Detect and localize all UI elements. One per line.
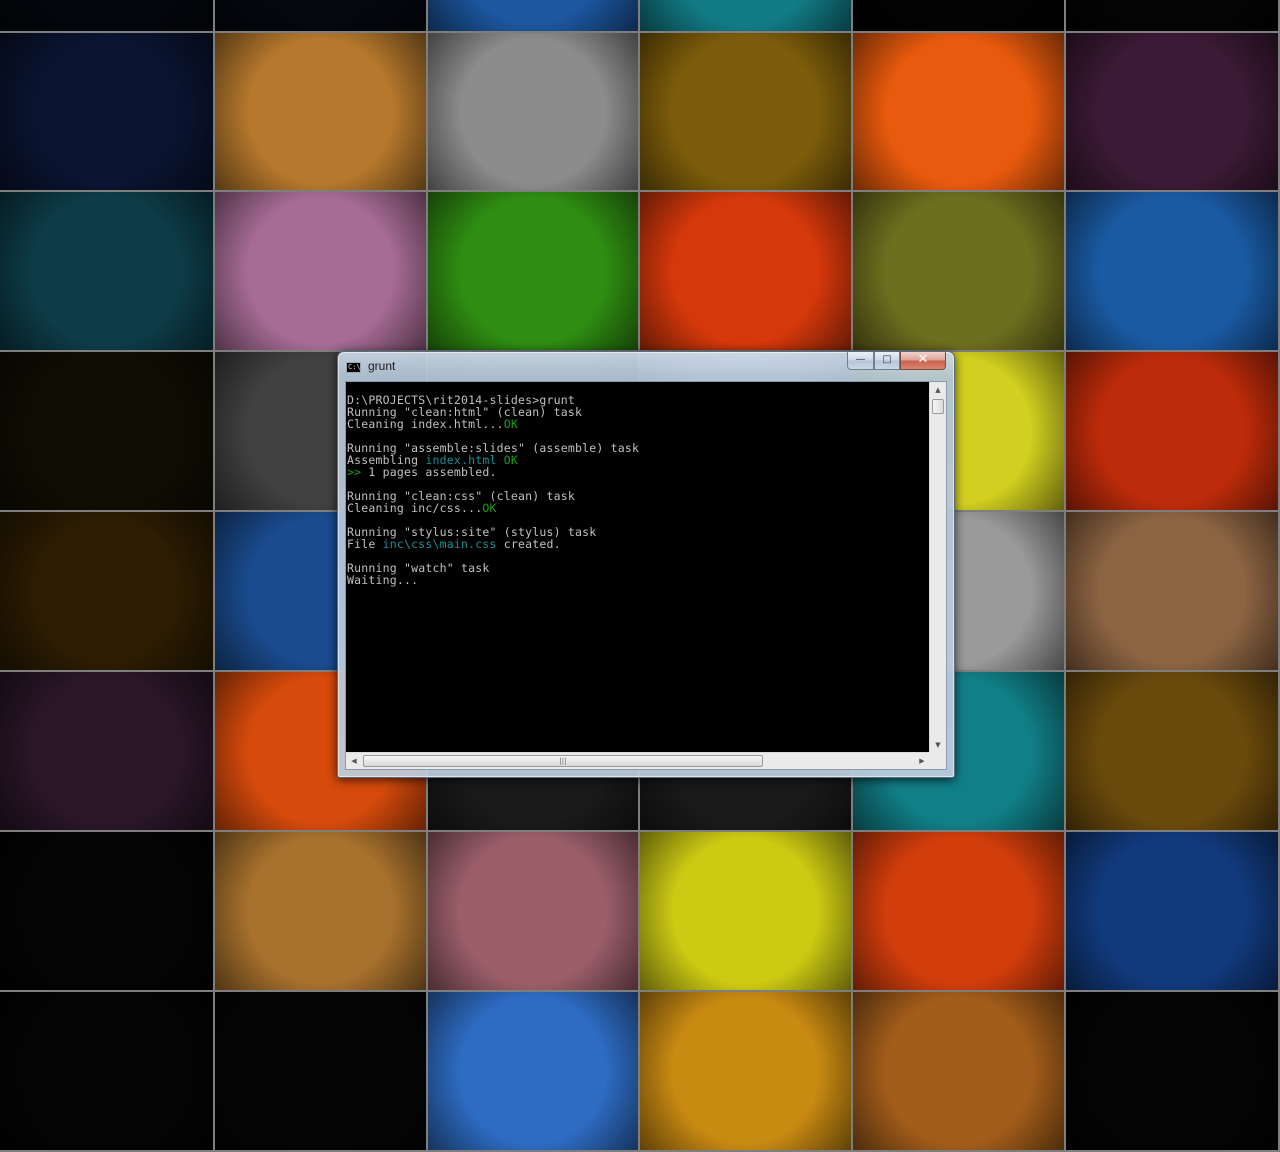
- console-line: >> 1 pages assembled.: [347, 466, 929, 478]
- horizontal-scrollbar[interactable]: ◀ ||| ▶: [346, 752, 930, 769]
- wallpaper-tile: [640, 832, 853, 992]
- wallpaper-tile: [215, 192, 428, 352]
- wallpaper-tile: [853, 992, 1066, 1152]
- console-text-segment: >>: [347, 465, 362, 479]
- wallpaper-tile: [215, 0, 428, 33]
- console-line: Cleaning inc/css...OK: [347, 502, 929, 514]
- console-text-segment: Cleaning inc/css...: [347, 501, 483, 515]
- wallpaper-tile: [0, 192, 215, 352]
- console-text-segment: 1 pages assembled.: [361, 465, 497, 479]
- wallpaper-tile: [428, 33, 640, 192]
- scroll-right-arrow-icon[interactable]: ▶: [914, 753, 930, 769]
- wallpaper-tile: [0, 672, 215, 832]
- console-line: Running "watch" task: [347, 562, 929, 574]
- wallpaper-tile: [1066, 33, 1280, 192]
- maximize-button[interactable]: □: [874, 352, 900, 370]
- wallpaper-tile: [1066, 352, 1280, 512]
- console-text-segment: File: [347, 537, 383, 551]
- wallpaper-tile: [215, 33, 428, 192]
- console-app-icon: C:\: [346, 362, 361, 373]
- wallpaper-tile: [0, 832, 215, 992]
- wallpaper-tile: [1066, 992, 1280, 1152]
- console-text-segment: OK: [482, 501, 497, 515]
- wallpaper-tile: [428, 992, 640, 1152]
- wallpaper-tile: [853, 33, 1066, 192]
- console-text-segment: OK: [496, 453, 518, 467]
- wallpaper-tile: [640, 33, 853, 192]
- console-line: Waiting...: [347, 574, 929, 586]
- horizontal-scroll-thumb[interactable]: |||: [363, 755, 763, 767]
- wallpaper-tile: [1066, 832, 1280, 992]
- console-output-text: D:\PROJECTS\rit2014-slides>grunt Running …: [347, 394, 929, 586]
- window-title: grunt: [368, 359, 396, 373]
- wallpaper-tile: [640, 0, 853, 33]
- console-text-segment: Cleaning index.html...: [347, 417, 504, 431]
- wallpaper-tile: [1066, 0, 1280, 33]
- wallpaper-tile: [1066, 672, 1280, 832]
- wallpaper-tile: [640, 992, 853, 1152]
- resize-grip[interactable]: [929, 752, 946, 769]
- vertical-scroll-thumb[interactable]: [932, 399, 944, 414]
- console-text-segment: created.: [496, 537, 561, 551]
- vertical-scrollbar[interactable]: ▲ ▼: [929, 382, 946, 753]
- close-button[interactable]: ✕: [900, 352, 946, 370]
- wallpaper-tile: [0, 352, 215, 512]
- console-text-segment: inc\css\main.css: [382, 537, 497, 551]
- wallpaper-tile: [853, 192, 1066, 352]
- console-line: File inc\css\main.css created.: [347, 538, 929, 550]
- console-text-segment: OK: [503, 417, 518, 431]
- console-output-area[interactable]: D:\PROJECTS\rit2014-slides>grunt Running …: [345, 381, 947, 770]
- wallpaper-tile: [428, 0, 640, 33]
- wallpaper-tile: [853, 832, 1066, 992]
- wallpaper-tile: [215, 832, 428, 992]
- scroll-up-arrow-icon[interactable]: ▲: [930, 382, 946, 398]
- wallpaper-tile: [0, 512, 215, 672]
- wallpaper-tile: [853, 0, 1066, 33]
- wallpaper-tile: [428, 192, 640, 352]
- scroll-left-arrow-icon[interactable]: ◀: [346, 753, 362, 769]
- wallpaper-tile: [428, 832, 640, 992]
- console-text-segment: Waiting...: [347, 573, 419, 587]
- wallpaper-tile: [0, 992, 215, 1152]
- wallpaper-tile: [215, 992, 428, 1152]
- wallpaper-tile: [640, 192, 853, 352]
- wallpaper-tile: [1066, 512, 1280, 672]
- wallpaper-tile: [0, 0, 215, 33]
- title-bar[interactable]: C:\ grunt — □ ✕: [338, 352, 954, 381]
- wallpaper-tile: [1066, 192, 1280, 352]
- scroll-down-arrow-icon[interactable]: ▼: [930, 737, 946, 753]
- minimize-button[interactable]: —: [847, 352, 874, 370]
- console-line: Cleaning index.html...OK: [347, 418, 929, 430]
- console-window[interactable]: C:\ grunt — □ ✕ D:\PROJECTS\rit2014-slid…: [337, 351, 955, 778]
- wallpaper-tile: [0, 33, 215, 192]
